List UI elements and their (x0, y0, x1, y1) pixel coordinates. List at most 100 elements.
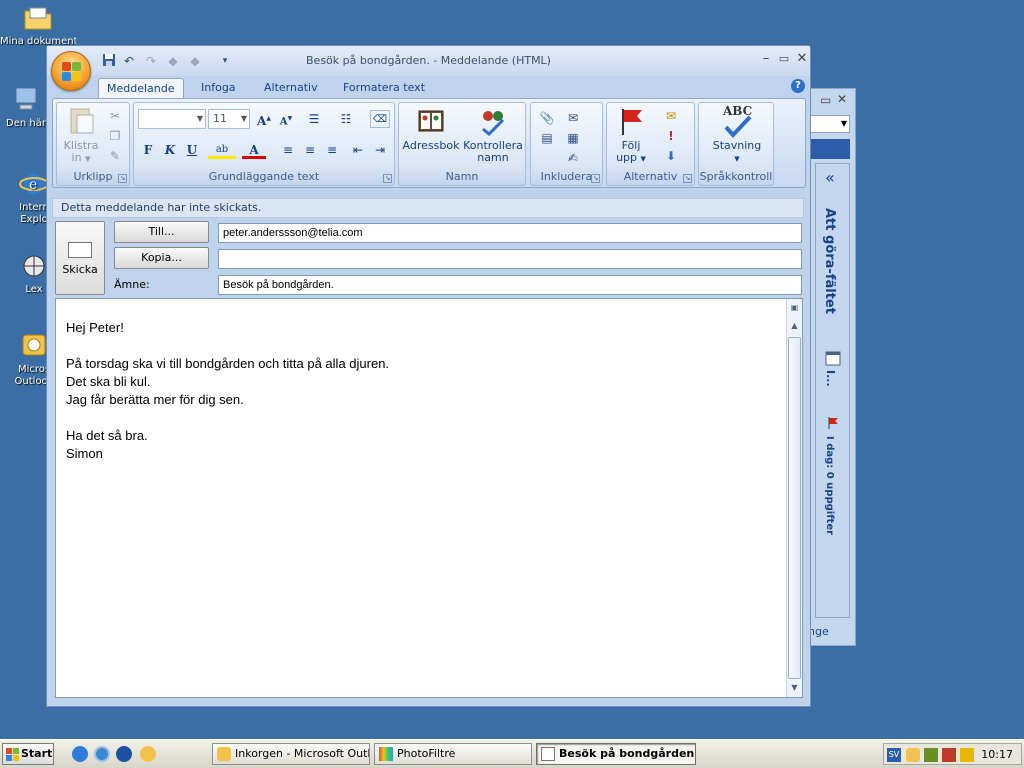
message-body-text[interactable]: Hej Peter! På torsdag ska vi till bondgå… (66, 319, 389, 463)
align-right-icon[interactable]: ≡ (322, 141, 342, 159)
low-importance-icon[interactable]: ⬇ (661, 147, 681, 165)
body-line: Det ska bli kul. (66, 374, 151, 389)
font-name-box[interactable]: ▼ (138, 109, 206, 129)
taskbar-button-message[interactable]: Besök på bondgården... (536, 743, 696, 765)
desktop-icon-label: Den här (6, 118, 46, 129)
check-names-button[interactable]: Kontrollera namn (461, 105, 525, 164)
cc-button[interactable]: Kopia... (114, 247, 209, 269)
address-book-icon (418, 110, 444, 132)
to-button[interactable]: Till... (114, 221, 209, 243)
address-book-button[interactable]: Adressbok (401, 105, 461, 152)
desktop-icon-my-documents[interactable]: Mina dokument (0, 2, 76, 48)
dialog-launcher-icon[interactable]: ↘ (383, 174, 392, 183)
cut-icon[interactable]: ✂ (105, 107, 125, 125)
dialog-launcher-icon[interactable]: ↘ (683, 174, 692, 183)
taskbar-button-label: Besök på bondgården... (559, 747, 696, 760)
font-size-box[interactable]: 11 ▼ (208, 109, 250, 129)
align-center-icon[interactable]: ≡ (300, 141, 320, 159)
dialog-launcher-icon[interactable]: ↘ (118, 174, 127, 183)
title-bar[interactable]: ↶ ↷ ◆ ◆ ▾ Besök på bondgården. - Meddela… (47, 46, 810, 76)
language-indicator[interactable]: SV (887, 748, 901, 762)
grow-font-icon[interactable]: A▲ (254, 110, 274, 128)
network-icon[interactable] (924, 748, 938, 762)
body-line: På torsdag ska vi till bondgården och ti… (66, 356, 390, 371)
taskbar-button-label: PhotoFiltre (397, 747, 456, 760)
group-alternativ: Följ upp ▼ ✉ ! ⬇ Alternativ ↘ (606, 102, 695, 186)
bullets-icon[interactable]: ☰ (304, 110, 324, 128)
tab-infoga[interactable]: Infoga (193, 78, 244, 98)
clear-formatting-icon[interactable]: ⌫ (370, 110, 390, 128)
quicklaunch-outlook-icon[interactable] (140, 746, 156, 762)
collapse-todo-bar-icon[interactable]: « (825, 168, 835, 187)
scroll-up-arrow-icon[interactable]: ▲ (787, 319, 802, 333)
subject-field[interactable]: Besök på bondgården. (218, 275, 802, 295)
flag-icon (828, 417, 838, 429)
spelling-icon: ABC (701, 105, 773, 140)
chevron-down-icon: ▼ (196, 114, 203, 123)
shrink-font-icon[interactable]: A▼ (276, 110, 296, 128)
taskbar-button-inbox[interactable]: Inkorgen - Microsoft Outl... (212, 743, 370, 765)
close-button[interactable]: ✕ (793, 50, 811, 68)
minimize-button[interactable]: – (757, 50, 775, 68)
folder-icon (24, 7, 52, 30)
calendar-icon[interactable]: ▦ (563, 129, 583, 147)
background-window-text: nge (808, 625, 829, 638)
quicklaunch-media-player-icon[interactable] (116, 746, 132, 762)
send-button[interactable]: Skicka (55, 221, 105, 295)
tab-meddelande[interactable]: Meddelande (98, 78, 184, 98)
attach-item-icon[interactable]: ✉ (563, 109, 583, 127)
quicklaunch-update-icon[interactable] (94, 746, 110, 762)
paste-button[interactable]: Klistra in ▼ (59, 105, 103, 165)
copy-icon[interactable]: ❐ (105, 127, 125, 145)
tab-alternativ[interactable]: Alternativ (256, 78, 326, 98)
close-icon[interactable]: ✕ (837, 92, 847, 106)
tab-formatera-text[interactable]: Formatera text (335, 78, 433, 98)
italic-button[interactable]: K (160, 141, 180, 159)
dialog-launcher-icon[interactable]: ↘ (591, 174, 600, 183)
shield-icon[interactable] (960, 748, 974, 762)
align-left-icon[interactable]: ≡ (278, 141, 298, 159)
background-window-dropdown[interactable]: ▼ (810, 115, 850, 133)
desktop-icon-label: Lex (25, 284, 43, 295)
format-painter-icon[interactable]: ✎ (105, 147, 125, 165)
todo-bar-title[interactable]: Att göra-fältet (822, 208, 837, 314)
permission-icon[interactable]: ✉ (661, 107, 681, 125)
minimize-icon[interactable]: ▭ (820, 93, 831, 107)
check-names-icon (482, 111, 505, 137)
todo-bar-calendar-label[interactable]: I... (824, 370, 837, 387)
body-line: Hej Peter! (66, 320, 124, 335)
cc-field[interactable] (218, 249, 802, 269)
underline-button[interactable]: U (182, 141, 202, 159)
clock[interactable]: 10:17 (981, 748, 1013, 761)
help-icon[interactable]: ? (791, 79, 805, 93)
highlight-icon[interactable]: ab (208, 141, 236, 159)
numbering-icon[interactable]: ☷ (336, 110, 356, 128)
taskbar-button-label: Inkorgen - Microsoft Outl... (235, 747, 370, 760)
check-names-label-2: namn (477, 151, 509, 164)
chevron-down-icon: ▼ (240, 114, 247, 123)
spelling-label: Stavning (712, 139, 762, 152)
high-importance-icon[interactable]: ! (661, 127, 681, 145)
quicklaunch-ie-icon[interactable] (72, 746, 88, 762)
message-body[interactable]: Hej Peter! På torsdag ska vi till bondgå… (55, 298, 803, 698)
todo-bar-tasks-label[interactable]: I dag: 0 uppgifter (824, 436, 835, 535)
business-card-icon[interactable]: ▤ (537, 129, 557, 147)
bold-button[interactable]: F (138, 141, 158, 159)
maximize-button[interactable]: ▭ (775, 50, 793, 68)
spelling-button[interactable]: ABC Stavning ▼ (701, 105, 773, 165)
taskbar-button-photofiltre[interactable]: PhotoFiltre (374, 743, 532, 765)
follow-up-button[interactable]: Följ upp ▼ (609, 105, 653, 165)
outlook-tray-icon[interactable] (906, 748, 920, 762)
increase-indent-icon[interactable]: ⇥ (370, 141, 390, 159)
ruler-toggle-icon[interactable]: ▣ (787, 301, 802, 315)
start-button[interactable]: Start (2, 743, 54, 765)
signature-icon[interactable]: ✍ (563, 149, 583, 167)
scrollbar-thumb[interactable] (788, 337, 801, 679)
attach-file-icon[interactable]: 📎 (537, 109, 557, 127)
to-field[interactable]: peter.anderssson@telia.com (218, 223, 802, 243)
scroll-down-arrow-icon[interactable]: ▼ (787, 681, 802, 695)
vertical-scrollbar[interactable]: ▣ ▲ ▼ (786, 299, 802, 697)
font-color-icon[interactable]: A (242, 141, 266, 159)
decrease-indent-icon[interactable]: ⇤ (348, 141, 368, 159)
security-icon[interactable] (942, 748, 956, 762)
